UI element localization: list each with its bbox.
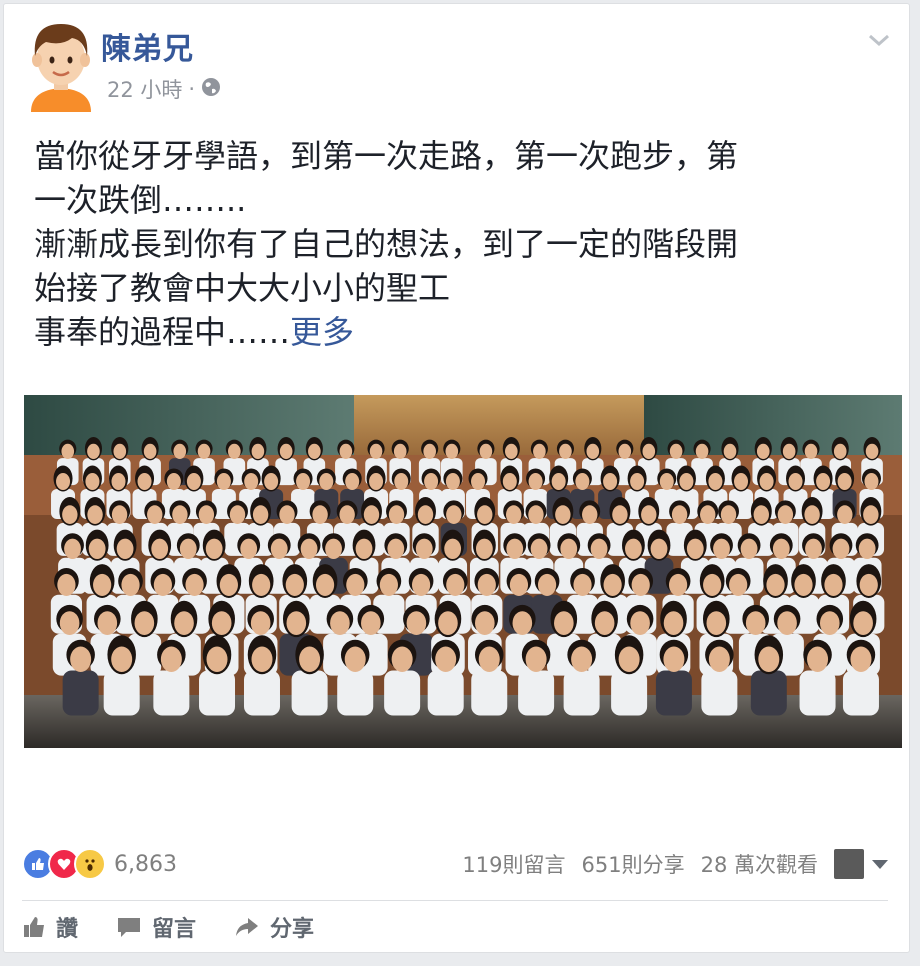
action-bar: 讚 留言 分享 xyxy=(22,909,314,945)
post-photo[interactable] xyxy=(24,395,902,748)
page-avatar-thumbnail[interactable] xyxy=(834,849,864,879)
post-text-line: 一次跌倒…….. xyxy=(34,181,247,219)
share-button[interactable]: 分享 xyxy=(234,911,314,943)
meta-separator: · xyxy=(188,77,196,101)
comment-icon xyxy=(116,915,142,939)
comment-count[interactable]: 119則留言 xyxy=(462,849,565,879)
see-more-link[interactable]: 更多 xyxy=(290,313,354,351)
post-text-line: 漸漸成長到你有了自己的想法，到了一定的階段開 xyxy=(34,225,739,263)
comment-button[interactable]: 留言 xyxy=(116,911,196,943)
share-count[interactable]: 651則分享 xyxy=(582,849,685,879)
reactions-summary[interactable] xyxy=(22,848,106,880)
like-button[interactable]: 讚 xyxy=(22,911,78,943)
view-count: 28 萬次觀看 xyxy=(700,853,818,877)
post-time[interactable]: 22 小時 xyxy=(107,74,182,104)
engagement-stats: 6,863 119則留言 651則分享 28 萬次觀看 xyxy=(22,846,888,882)
share-label: 分享 xyxy=(270,917,315,942)
post-text-last-line: 事奉的過程中……更多 xyxy=(34,310,884,354)
wow-icon xyxy=(74,848,106,880)
stats-right: 119則留言 651則分享 28 萬次觀看 xyxy=(462,849,888,879)
post-text-line: 事奉的過程中…… xyxy=(34,313,291,351)
group-photo-image xyxy=(24,395,902,748)
post-text-line: 始接了教會中大大小小的聖工 xyxy=(34,269,451,307)
thumbs-up-icon xyxy=(22,915,46,939)
like-label: 讚 xyxy=(56,917,79,942)
caret-down-icon[interactable] xyxy=(872,859,888,869)
post-card: 陳弟兄 22 小時 · 當你從牙牙學語，到第一次走路，第一次跑步，第 一次跌倒…… xyxy=(3,3,910,953)
globe-icon[interactable] xyxy=(201,77,221,102)
reaction-count[interactable]: 6,863 xyxy=(114,852,177,877)
chevron-down-icon[interactable] xyxy=(867,32,891,48)
post-meta: 22 小時 · xyxy=(107,74,221,104)
divider xyxy=(22,900,888,901)
avatar[interactable] xyxy=(26,18,96,112)
author-name[interactable]: 陳弟兄 xyxy=(101,24,194,68)
comment-label: 留言 xyxy=(152,917,197,942)
share-arrow-icon xyxy=(234,915,260,939)
post-text: 當你從牙牙學語，到第一次走路，第一次跑步，第 一次跌倒…….. 漸漸成長到你有了… xyxy=(34,134,884,354)
post-text-line: 當你從牙牙學語，到第一次走路，第一次跑步，第 xyxy=(34,137,739,175)
